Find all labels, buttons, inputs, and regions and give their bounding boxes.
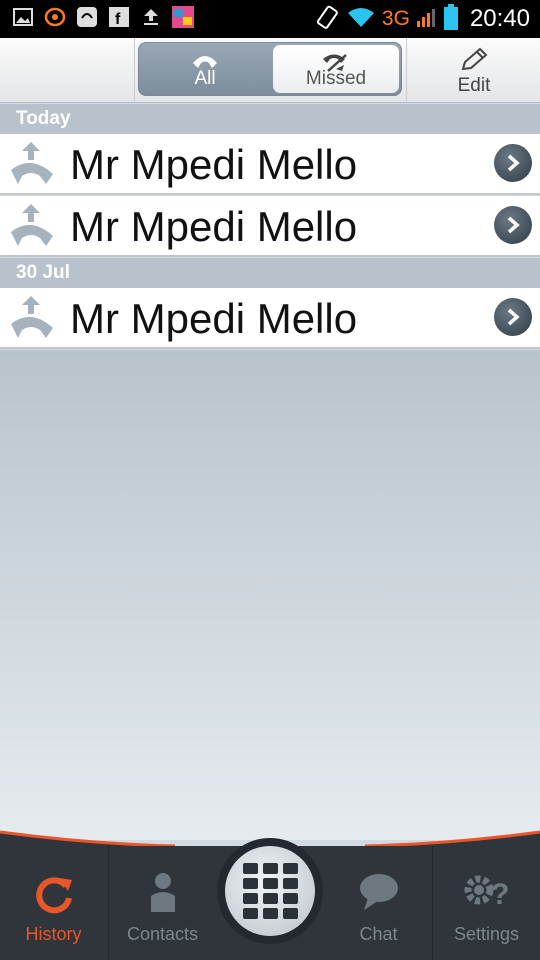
- call-filter-segmented-control: All Missed: [138, 42, 402, 96]
- network-type: 3G: [381, 7, 410, 30]
- contact-name: Mr Mpedi Mello: [70, 203, 358, 250]
- call-log-toolbar: All Missed Edit: [0, 38, 540, 103]
- tab-all[interactable]: All: [141, 45, 269, 93]
- nav-history[interactable]: History: [0, 846, 107, 960]
- app-icon: [76, 6, 98, 28]
- app-thumbnail-icon: [172, 6, 194, 28]
- svg-text:?: ?: [491, 878, 509, 911]
- refresh-icon: [32, 872, 76, 921]
- person-icon: [148, 872, 178, 919]
- chevron-right-icon[interactable]: [494, 298, 532, 336]
- signal-icon: [416, 6, 438, 33]
- nav-settings[interactable]: ? Settings: [433, 846, 540, 960]
- toolbar-spacer: [0, 38, 135, 102]
- call-log-row[interactable]: Mr Mpedi Mello: [0, 134, 540, 195]
- section-header-date: 30 Jul: [0, 258, 540, 288]
- edit-label: Edit: [457, 75, 491, 96]
- outgoing-call-icon: [8, 294, 58, 349]
- clock: 20:40: [469, 5, 530, 32]
- nav-history-label: History: [25, 924, 82, 944]
- outgoing-call-icon: [8, 140, 58, 195]
- dialpad-button[interactable]: [217, 838, 323, 944]
- nav-settings-label: Settings: [453, 924, 520, 944]
- section-header-today: Today: [0, 104, 540, 134]
- contact-name: Mr Mpedi Mello: [70, 141, 358, 188]
- pencil-icon: [459, 47, 489, 78]
- wifi-icon: [346, 5, 376, 34]
- nav-chat-label: Chat: [359, 924, 398, 944]
- gear-question-icon: ?: [461, 872, 513, 917]
- svg-text:f: f: [115, 11, 121, 27]
- nav-contacts-label: Contacts: [126, 924, 199, 944]
- chat-bubble-icon: [358, 872, 400, 917]
- list-empty-area: [0, 350, 540, 840]
- tab-missed[interactable]: Missed: [273, 45, 399, 93]
- call-log-row[interactable]: Mr Mpedi Mello: [0, 196, 540, 257]
- upload-icon: [140, 6, 162, 28]
- rotate-icon: [314, 4, 340, 35]
- app-icon: [44, 6, 66, 28]
- nav-contacts[interactable]: Contacts: [109, 846, 216, 960]
- status-bar: f 3G 20:40: [0, 0, 540, 38]
- chevron-right-icon[interactable]: [494, 206, 532, 244]
- tab-missed-label: Missed: [305, 68, 367, 89]
- battery-icon: [443, 3, 458, 35]
- tab-all-label: All: [194, 68, 216, 89]
- edit-button[interactable]: Edit: [406, 38, 540, 102]
- dialpad-icon: [225, 846, 315, 936]
- outgoing-call-icon: [8, 202, 58, 257]
- image-icon: [12, 6, 34, 28]
- chevron-right-icon[interactable]: [494, 144, 532, 182]
- contact-name: Mr Mpedi Mello: [70, 295, 358, 342]
- nav-chat[interactable]: Chat: [325, 846, 432, 960]
- facebook-icon: f: [108, 6, 130, 28]
- call-log-row[interactable]: Mr Mpedi Mello: [0, 288, 540, 349]
